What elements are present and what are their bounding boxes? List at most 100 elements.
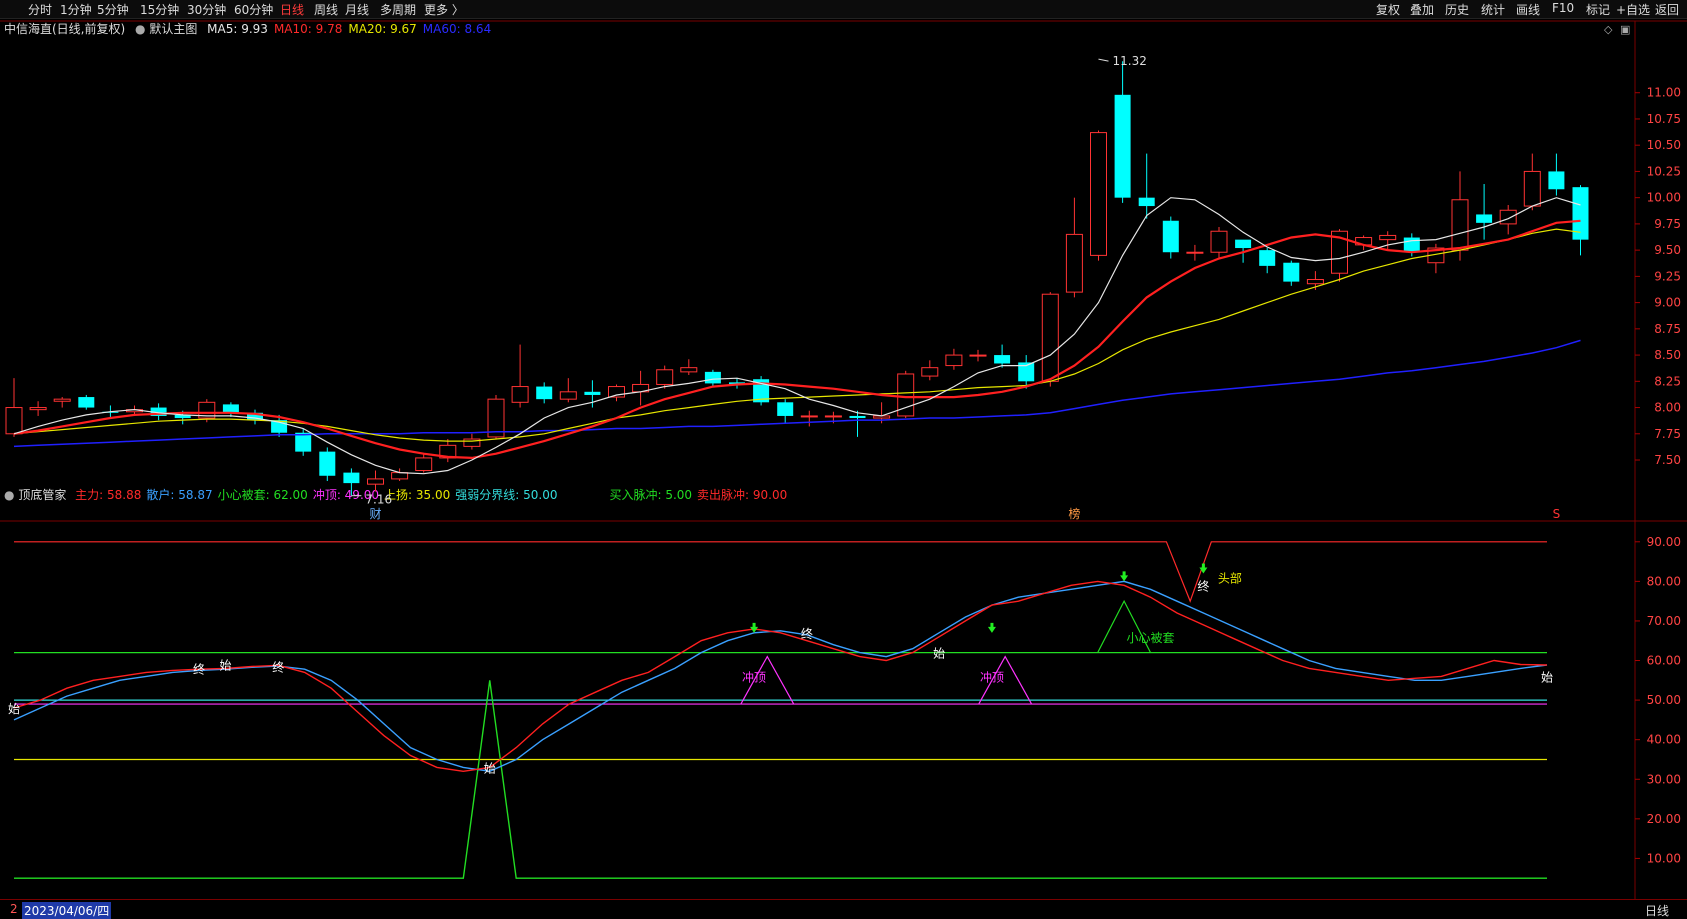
- candle-body-44: [1065, 233, 1083, 293]
- candle-body-3: [78, 397, 95, 408]
- timeframe-label[interactable]: 日线: [1645, 902, 1669, 919]
- sub-ytick-label-4: 50.00: [1647, 693, 1681, 707]
- sanhu-line: [13, 580, 1548, 773]
- candle-body-2: [53, 398, 71, 402]
- signal-label-12: 头部: [1218, 570, 1242, 585]
- candle-body-64: [1548, 171, 1565, 190]
- month-label-first: 2: [10, 902, 18, 916]
- main-ytick-label-7: 9.25: [1654, 269, 1681, 283]
- candle-body-24: [584, 391, 601, 395]
- signal-label-11: 小心被套: [1127, 631, 1175, 645]
- candle-body-41: [994, 355, 1011, 364]
- candle-body-21: [511, 386, 529, 403]
- candle-body-13: [319, 451, 336, 476]
- candle-body-62: [1499, 209, 1517, 225]
- candle-body-61: [1476, 214, 1493, 223]
- sub-ytick-label-7: 20.00: [1647, 812, 1681, 826]
- main-ytick-label-12: 8.00: [1654, 401, 1681, 415]
- signal-label-4: 始: [484, 761, 496, 775]
- candle-body-28: [680, 367, 698, 373]
- sub-ytick-label-0: 90.00: [1647, 535, 1681, 549]
- candle-body-40: [969, 354, 987, 357]
- xiaoxin-peak: [1097, 599, 1152, 653]
- main-ytick-label-10: 8.50: [1654, 348, 1681, 362]
- main-ytick-label-6: 9.50: [1654, 243, 1681, 257]
- candle-body-60: [1451, 199, 1469, 251]
- candle-body-54: [1306, 279, 1324, 285]
- candle-body-32: [777, 402, 794, 416]
- candle-body-27: [656, 369, 674, 385]
- panel-toggle-icon: ▣: [1620, 23, 1630, 36]
- zhuli-line: [13, 580, 1548, 773]
- chart-canvas[interactable]: 11.00 10.75 10.50 10.25 10.00 9.75 9.50 9.25 9.0…: [0, 0, 1687, 918]
- candle-body-51: [1235, 239, 1252, 249]
- candle-body-50: [1210, 230, 1228, 253]
- annotation-label-2: 财: [369, 507, 381, 521]
- signal-label-9: 冲顶: [742, 669, 766, 684]
- sub-ytick-label-1: 80.00: [1647, 574, 1681, 588]
- annotation-pointer-0: [1098, 58, 1109, 62]
- candle-body-34: [824, 415, 842, 418]
- sub-ytick-label-8: 10.00: [1647, 851, 1681, 865]
- candle-body-0: [5, 407, 23, 435]
- buy-arrow-0: [750, 622, 759, 633]
- buy-pulse-line: [14, 680, 1547, 879]
- candle-body-23: [559, 391, 577, 400]
- candle-body-57: [1379, 234, 1397, 241]
- candle-body-47: [1138, 197, 1155, 207]
- bottom-bar: 2023/04/06/四 2 日线: [0, 899, 1687, 919]
- annotation-label-3: 榜: [1068, 506, 1080, 521]
- sell-pulse-line: [14, 541, 1547, 603]
- main-ytick-label-5: 9.75: [1654, 217, 1681, 231]
- candle-body-12: [295, 432, 312, 452]
- sub-ytick-label-2: 70.00: [1647, 614, 1681, 628]
- signal-label-0: 始: [8, 702, 20, 716]
- buy-arrow-1: [987, 622, 996, 633]
- current-date: 2023/04/06/四: [22, 902, 112, 919]
- main-ytick-label-3: 10.25: [1647, 164, 1681, 178]
- candle-body-53: [1283, 262, 1300, 282]
- diamond-icon: ◇: [1604, 23, 1613, 36]
- main-ytick-label-8: 9.00: [1654, 296, 1681, 310]
- main-ytick-label-9: 8.75: [1654, 322, 1681, 336]
- candle-body-35: [849, 415, 866, 419]
- sub-ytick-label-3: 60.00: [1647, 654, 1681, 668]
- main-ytick-label-2: 10.50: [1647, 138, 1681, 152]
- sub-ytick-label-6: 30.00: [1647, 772, 1681, 786]
- candle-body-58: [1403, 237, 1420, 253]
- candle-body-49: [1186, 251, 1204, 254]
- annotation-label-1: 7.16: [365, 493, 392, 507]
- candle-body-22: [536, 386, 553, 400]
- signal-label-6: 始: [933, 647, 945, 661]
- signal-label-10: 冲顶: [980, 669, 1004, 684]
- candle-body-15: [367, 478, 384, 485]
- signal-label-5: 终: [801, 626, 813, 641]
- candle-body-63: [1523, 170, 1541, 207]
- annotation-label-0: 11.32: [1113, 54, 1147, 68]
- candle-body-38: [921, 367, 939, 377]
- candle-body-33: [800, 415, 818, 418]
- candle-body-52: [1259, 250, 1276, 266]
- buy-arrow-2: [1120, 571, 1129, 582]
- main-ytick-label-11: 8.25: [1654, 374, 1681, 388]
- sub-ytick-label-5: 40.00: [1647, 733, 1681, 747]
- main-ytick-label-4: 10.00: [1647, 191, 1681, 205]
- annotation-label-4: S: [1553, 507, 1561, 521]
- candle-body-29: [704, 371, 721, 384]
- signal-label-8: 始: [1541, 670, 1553, 684]
- candle-body-48: [1162, 220, 1179, 253]
- main-ytick-label-13: 7.75: [1654, 427, 1681, 441]
- candle-body-16: [391, 472, 409, 480]
- signal-label-3: 终: [272, 659, 284, 674]
- candle-body-1: [29, 407, 47, 411]
- main-ytick-label-14: 7.50: [1654, 453, 1681, 467]
- candle-body-45: [1090, 132, 1107, 256]
- candle-body-9: [222, 404, 239, 413]
- candle-body-39: [945, 354, 963, 367]
- main-ytick-label-1: 10.75: [1647, 112, 1681, 126]
- signal-label-2: 始: [219, 658, 231, 672]
- candle-body-43: [1041, 293, 1059, 382]
- candle-body-17: [415, 457, 433, 472]
- candle-body-46: [1114, 94, 1131, 198]
- signal-label-1: 终: [193, 661, 205, 676]
